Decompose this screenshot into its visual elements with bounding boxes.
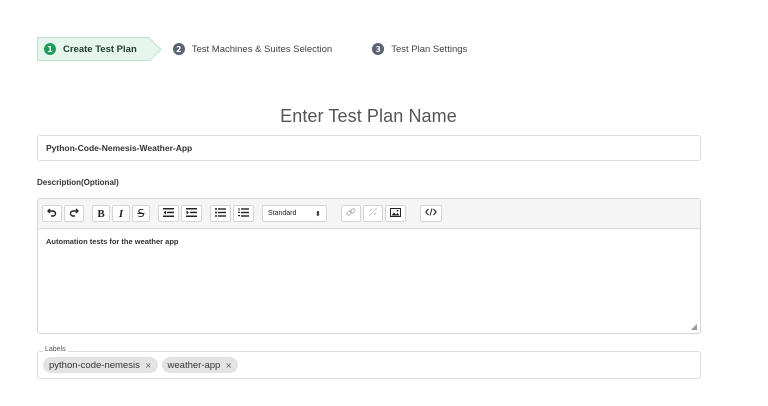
font-size-value: Standard xyxy=(268,210,297,217)
bullet-list-icon xyxy=(215,207,226,220)
label-chip-text: python-code-nemesis xyxy=(49,359,140,371)
resize-handle-icon[interactable]: ◢ xyxy=(691,322,697,331)
select-arrows-icon: ⬍ xyxy=(315,209,321,218)
link-icon xyxy=(346,207,356,220)
italic-button[interactable]: I xyxy=(112,205,130,222)
step-number: 1 xyxy=(44,43,56,55)
stepper: 1 Create Test Plan 2 Test Machines & Sui… xyxy=(37,37,467,61)
remove-label-icon[interactable]: × xyxy=(145,361,152,370)
numbered-list-button[interactable] xyxy=(233,205,254,222)
font-size-select[interactable]: Standard ⬍ xyxy=(262,205,327,222)
label-chip[interactable]: python-code-nemesis × xyxy=(43,357,158,373)
image-icon xyxy=(390,207,401,220)
unlink-button[interactable] xyxy=(363,205,383,222)
bullet-list-button[interactable] xyxy=(210,205,231,222)
editor-toolbar: B I S Standard ⬍ xyxy=(38,199,700,229)
page-title: Enter Test Plan Name xyxy=(280,106,457,126)
outdent-button[interactable] xyxy=(158,205,179,222)
redo-button[interactable] xyxy=(64,205,84,222)
image-button[interactable] xyxy=(385,205,406,222)
undo-button[interactable] xyxy=(42,205,62,222)
step-label: Create Test Plan xyxy=(63,43,137,55)
strikethrough-button[interactable]: S xyxy=(132,205,150,222)
label-chips: python-code-nemesis × weather-app × xyxy=(43,357,242,373)
label-chip[interactable]: weather-app × xyxy=(161,357,239,373)
labels-field[interactable]: Labels python-code-nemesis × weather-app… xyxy=(37,346,701,379)
code-view-button[interactable] xyxy=(420,205,442,222)
step-number: 2 xyxy=(172,43,185,55)
code-icon xyxy=(425,208,437,219)
step-machines-suites[interactable]: 2 Test Machines & Suites Selection xyxy=(172,37,333,61)
step-create-test-plan[interactable]: 1 Create Test Plan xyxy=(37,37,149,61)
editor-content[interactable]: Automation tests for the weather app xyxy=(38,229,700,254)
undo-icon xyxy=(47,207,57,220)
link-button[interactable] xyxy=(341,205,361,222)
numbered-list-icon xyxy=(238,207,249,220)
description-editor: B I S Standard ⬍ Automation tests for th… xyxy=(37,198,701,334)
unlink-icon xyxy=(368,207,378,220)
test-plan-name-input[interactable] xyxy=(37,135,701,161)
labels-legend: Labels xyxy=(43,346,68,353)
step-label: Test Machines & Suites Selection xyxy=(191,43,333,55)
step-number: 3 xyxy=(372,43,385,55)
description-label: Description(Optional) xyxy=(37,178,119,187)
step-settings[interactable]: 3 Test Plan Settings xyxy=(372,37,467,61)
redo-icon xyxy=(69,207,79,220)
indent-button[interactable] xyxy=(181,205,202,222)
indent-icon xyxy=(186,207,197,220)
remove-label-icon[interactable]: × xyxy=(225,361,232,370)
label-chip-text: weather-app xyxy=(167,359,221,371)
outdent-icon xyxy=(163,207,174,220)
step-label: Test Plan Settings xyxy=(391,43,468,55)
bold-button[interactable]: B xyxy=(92,205,110,222)
